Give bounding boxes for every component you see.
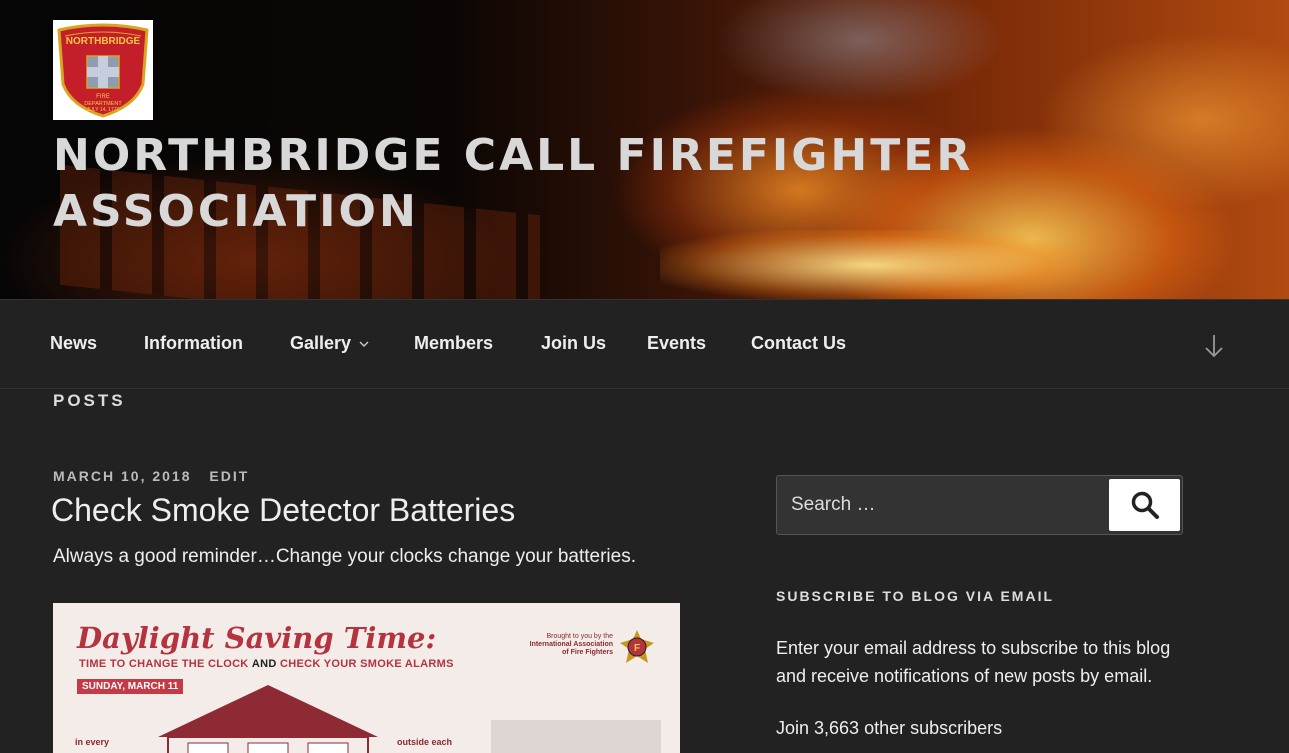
- subscribe-heading: Subscribe to Blog via Email: [776, 588, 1055, 604]
- nav-item-news[interactable]: News: [50, 333, 97, 354]
- house-illustration: [158, 685, 378, 753]
- svg-text:F: F: [634, 643, 640, 654]
- iaff-emblem-icon: F: [620, 630, 654, 663]
- nav-item-label: Events: [647, 333, 707, 353]
- nav-item-events[interactable]: Events: [647, 333, 706, 354]
- nav-item-members[interactable]: Members: [414, 333, 493, 354]
- image-caption-right: outside each: [397, 737, 453, 747]
- subscriber-count: Join 3,663 other subscribers: [776, 718, 1003, 738]
- nav-item-label: Contact Us: [751, 333, 847, 353]
- nav-item-label: Information: [144, 333, 243, 353]
- nav-item-information[interactable]: Information: [144, 333, 243, 354]
- chevron-down-icon: [359, 341, 369, 347]
- search-input[interactable]: [777, 476, 1107, 534]
- fire-department-badge-icon: NORTHBRIDGE FIRE DEPARTMENT JULY 14, 177…: [57, 23, 149, 118]
- post-excerpt: Always a good reminder…Change your clock…: [53, 546, 636, 567]
- site-logo[interactable]: NORTHBRIDGE FIRE DEPARTMENT JULY 14, 177…: [53, 20, 153, 120]
- post-edit-link[interactable]: Edit: [209, 468, 249, 484]
- site-title[interactable]: NORTHBRIDGE CALL FIREFIGHTER ASSOCIATION: [53, 128, 1013, 240]
- section-heading-posts: Posts: [53, 391, 126, 410]
- post-title[interactable]: Check Smoke Detector Batteries: [51, 492, 515, 529]
- image-title: Daylight Saving Time:: [77, 621, 437, 655]
- nav-item-join-us[interactable]: Join Us: [541, 333, 606, 354]
- nav-item-label: Join Us: [541, 333, 607, 353]
- nav-item-gallery[interactable]: Gallery: [290, 333, 369, 354]
- image-caption-left: in every: [75, 737, 110, 747]
- search-icon: [1131, 491, 1159, 519]
- post-date[interactable]: March 10, 2018: [53, 468, 192, 484]
- image-credit: Brought to you by the International Asso…: [529, 633, 613, 656]
- header-banner: NORTHBRIDGE FIRE DEPARTMENT JULY 14, 177…: [0, 0, 1289, 299]
- image-info-box: [491, 720, 661, 753]
- search-form: [776, 475, 1183, 535]
- image-subtitle: TIME TO CHANGE THE CLOCK AND CHECK YOUR …: [79, 658, 454, 670]
- banner-fire-glow: [660, 230, 1080, 299]
- svg-text:FIRE: FIRE: [96, 94, 110, 100]
- svg-text:NORTHBRIDGE: NORTHBRIDGE: [66, 36, 141, 47]
- nav-item-contact-us[interactable]: Contact Us: [751, 333, 846, 354]
- subscribe-description: Enter your email address to subscribe to…: [776, 638, 1171, 686]
- nav-item-label: Members: [414, 333, 494, 353]
- main-navigation: News Information Gallery Members Join Us…: [0, 299, 1289, 389]
- svg-text:JULY 14, 1772: JULY 14, 1772: [87, 107, 120, 113]
- arrow-down-icon[interactable]: [1202, 333, 1226, 359]
- post-meta: March 10, 2018 Edit: [53, 468, 261, 484]
- nav-item-label: Gallery: [290, 333, 352, 353]
- search-button[interactable]: [1109, 479, 1180, 531]
- nav-item-label: News: [50, 333, 98, 353]
- post-featured-image[interactable]: Daylight Saving Time: TIME TO CHANGE THE…: [53, 603, 680, 753]
